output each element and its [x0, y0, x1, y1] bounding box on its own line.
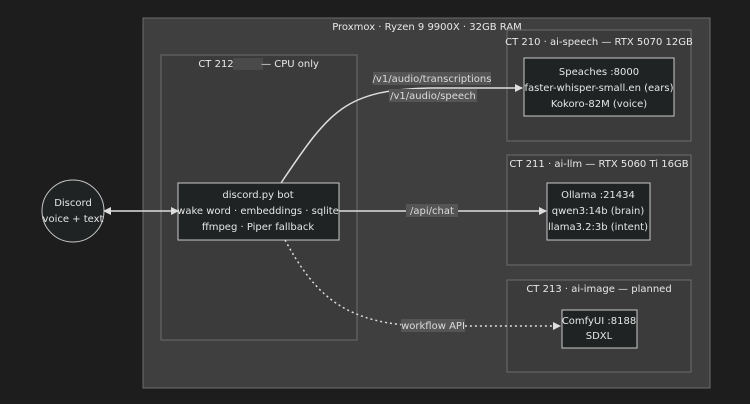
cluster-ct210-title: CT 210 · ai-speech — RTX 5070 12GB: [505, 37, 693, 48]
edge-label-workflow: workflow API: [401, 321, 465, 332]
node-ollama-line-1: Ollama :21434: [561, 190, 635, 201]
edge-label-chat: /api/chat: [410, 206, 454, 217]
redaction-block: [233, 58, 263, 70]
node-speaches-line-3: Kokoro-82M (voice): [551, 99, 647, 110]
cluster-proxmox-title: Proxmox · Ryzen 9 9900X · 32GB RAM: [332, 22, 522, 33]
node-discord-line-2: voice + text: [43, 214, 104, 225]
node-comfyui-line-2: SDXL: [586, 331, 613, 342]
edge-label-speech: /v1/audio/speech: [390, 91, 476, 102]
node-discord-shape: [41, 179, 105, 243]
node-comfyui[interactable]: ComfyUI :8188 SDXL: [561, 309, 638, 349]
cluster-ct212-title-left: CT 212: [198, 59, 233, 70]
node-ollama-line-3: llama3.2:3b (intent): [548, 222, 648, 233]
node-bot[interactable]: discord.py bot wake word · embeddings · …: [177, 182, 340, 241]
node-ollama-line-2: qwen3:14b (brain): [552, 206, 645, 217]
node-discord-line-1: Discord: [54, 198, 92, 209]
node-speaches[interactable]: Speaches :8000 faster-whisper-small.en (…: [523, 57, 675, 117]
node-bot-line-3: ffmpeg · Piper fallback: [202, 222, 315, 233]
diagram-stage: Proxmox · Ryzen 9 9900X · 32GB RAM CT 21…: [0, 0, 750, 404]
edge-label-transcriptions: /v1/audio/transcriptions: [373, 74, 492, 85]
node-ollama[interactable]: Ollama :21434 qwen3:14b (brain) llama3.2…: [546, 182, 651, 241]
node-comfyui-line-1: ComfyUI :8188: [562, 316, 636, 327]
node-discord[interactable]: Discord voice + text: [41, 179, 105, 243]
architecture-diagram: Proxmox · Ryzen 9 9900X · 32GB RAM CT 21…: [41, 17, 711, 389]
cluster-ct213-title: CT 213 · ai-image — planned: [526, 284, 671, 295]
node-speaches-line-1: Speaches :8000: [559, 67, 639, 78]
node-bot-line-1: discord.py bot: [222, 190, 293, 201]
cluster-ct212-title-right: — CPU only: [261, 59, 319, 70]
cluster-ct211-title: CT 211 · ai-llm — RTX 5060 Ti 16GB: [509, 159, 688, 170]
node-speaches-line-2: faster-whisper-small.en (ears): [525, 83, 674, 94]
node-bot-line-2: wake word · embeddings · sqlite: [177, 206, 339, 217]
